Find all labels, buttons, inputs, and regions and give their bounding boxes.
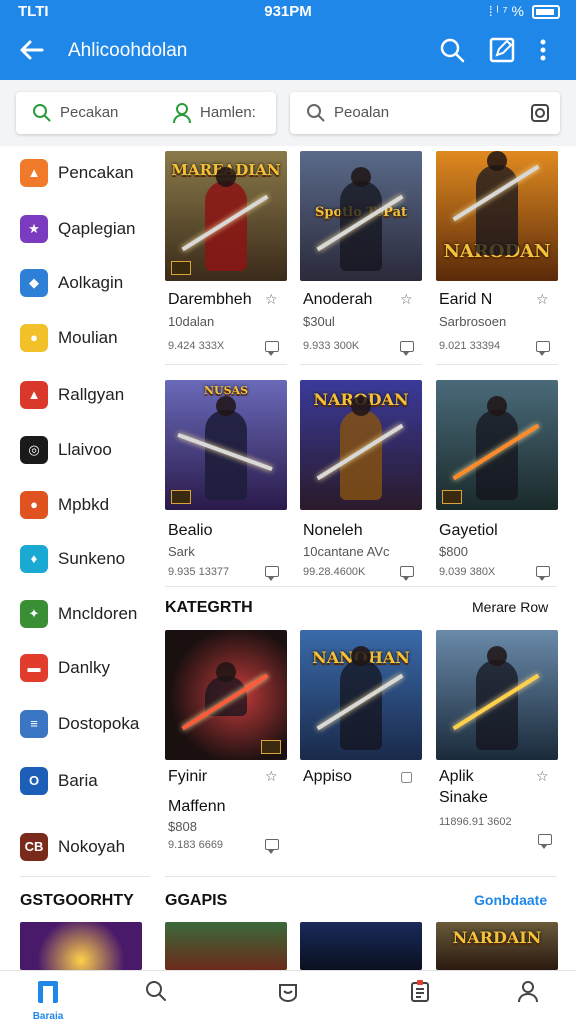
- tab-search[interactable]: [136, 979, 176, 1023]
- back-arrow-icon[interactable]: [18, 36, 46, 69]
- section-title: KATEGRTH: [165, 599, 253, 616]
- page-title: Ahlicoohdolan: [68, 40, 188, 61]
- tab-home[interactable]: Baraia: [28, 979, 68, 1023]
- sidebar-item[interactable]: ◎ Llaivoo: [20, 435, 150, 465]
- bag-icon[interactable]: ▢: [400, 768, 413, 785]
- sidebar-item[interactable]: ▬ Danlky: [20, 653, 150, 683]
- shield-icon: [279, 984, 297, 1002]
- game-thumbnail: NARDAIN: [436, 922, 558, 970]
- search-icon[interactable]: [438, 36, 466, 64]
- status-icons: ⁞ ˡ ⁷ %: [488, 3, 524, 19]
- comment-icon[interactable]: [536, 566, 550, 581]
- comment-icon[interactable]: [400, 566, 414, 581]
- game-thumbnail: [165, 630, 287, 760]
- game-thumbnail: MAREADIAN: [165, 151, 287, 281]
- black-app-icon: ◎: [20, 436, 48, 464]
- search-icon: [307, 104, 325, 122]
- game-thumbnail: [300, 922, 422, 970]
- blue-app-icon: ◆: [20, 269, 48, 297]
- star-icon[interactable]: ☆: [265, 291, 278, 308]
- sidebar-item[interactable]: ≡ Dostopoka: [20, 709, 150, 739]
- yellow-app-icon: ●: [20, 324, 48, 352]
- chart-app-icon: ≡: [20, 710, 48, 738]
- comment-icon[interactable]: [265, 341, 279, 356]
- cyan-app-icon: ♦: [20, 545, 48, 573]
- user-icon: [173, 103, 191, 124]
- battery-icon: [532, 5, 560, 19]
- more-link[interactable]: Gonbdaate: [474, 892, 547, 908]
- sidebar-item[interactable]: ♦ Sunkeno: [20, 544, 150, 574]
- sidebar-item[interactable]: ▲ Pencakan: [20, 158, 150, 188]
- sidebar-item[interactable]: CB Nokoyah: [20, 832, 150, 862]
- comment-icon[interactable]: [538, 834, 552, 849]
- search-left-label: Pecakan: [60, 104, 119, 121]
- sidebar-item[interactable]: ★ Qaplegian: [20, 214, 150, 244]
- sidebar-item[interactable]: ◆ Aolkagin: [20, 268, 150, 298]
- sidebar-item[interactable]: ▲ Rallgyan: [20, 380, 150, 410]
- game-thumbnail: NANOHAN: [300, 630, 422, 760]
- brown-app-icon: CB: [20, 833, 48, 861]
- ticket-app-icon: ▬: [20, 654, 48, 682]
- clipboard-icon: [411, 980, 429, 1002]
- tab-library[interactable]: [400, 979, 440, 1023]
- sidebar-item[interactable]: ● Mpbkd: [20, 490, 150, 520]
- search-field-left[interactable]: Pecakan Hamlen:: [16, 92, 276, 134]
- game-thumbnail: NARODAN: [300, 380, 422, 510]
- comment-icon[interactable]: [400, 341, 414, 356]
- search-right-label: Peoalan: [334, 104, 390, 121]
- more-vertical-icon[interactable]: [536, 36, 550, 64]
- red-mountain-app-icon: ▲: [20, 381, 48, 409]
- status-bar: TLTI 931PM ⁞ ˡ ⁷ %: [0, 0, 576, 24]
- bottom-nav: Baraia: [0, 970, 576, 1024]
- orange-app-icon: ▲: [20, 159, 48, 187]
- search-icon: [146, 981, 166, 1001]
- game-thumbnail: NUSAS: [165, 380, 287, 510]
- game-thumbnail: [165, 922, 287, 970]
- home-icon: [38, 981, 58, 1003]
- sidebar-item[interactable]: ✦ Mncldoren: [20, 599, 150, 629]
- sidebar-item[interactable]: O Baria: [20, 766, 150, 796]
- star-icon[interactable]: ☆: [265, 768, 278, 785]
- game-thumbnail: [436, 380, 558, 510]
- app-bar: Ahlicoohdolan: [0, 24, 576, 80]
- game-thumbnail: [20, 922, 142, 970]
- section-title: GSTGOORHTY: [20, 892, 134, 909]
- comment-icon[interactable]: [265, 839, 279, 854]
- camera-icon[interactable]: [530, 103, 550, 123]
- navy-app-icon: O: [20, 767, 48, 795]
- more-link[interactable]: Merare Row: [472, 599, 548, 615]
- sidebar-item[interactable]: ● Moulian: [20, 323, 150, 353]
- user-icon: [518, 981, 538, 1003]
- tab-shop[interactable]: [268, 979, 308, 1023]
- comment-icon[interactable]: [536, 341, 550, 356]
- star-icon[interactable]: ☆: [400, 291, 413, 308]
- comment-icon[interactable]: [265, 566, 279, 581]
- purple-app-icon: ★: [20, 215, 48, 243]
- search-middle-label: Hamlen:: [200, 104, 256, 121]
- tab-profile[interactable]: [508, 979, 548, 1023]
- star-icon[interactable]: ☆: [536, 768, 549, 785]
- section-title: GGAPIS: [165, 892, 228, 909]
- search-icon: [33, 104, 51, 122]
- red-orange-app-icon: ●: [20, 491, 48, 519]
- search-row: Pecakan Hamlen: Peoalan: [0, 80, 576, 146]
- edit-icon[interactable]: [488, 36, 516, 64]
- game-thumbnail: NARODAN: [436, 151, 558, 281]
- star-icon[interactable]: ☆: [536, 291, 549, 308]
- game-thumbnail: [436, 630, 558, 760]
- game-thumbnail: Spotlo ToPat: [300, 151, 422, 281]
- green-app-icon: ✦: [20, 600, 48, 628]
- search-field-right[interactable]: Peoalan: [290, 92, 560, 134]
